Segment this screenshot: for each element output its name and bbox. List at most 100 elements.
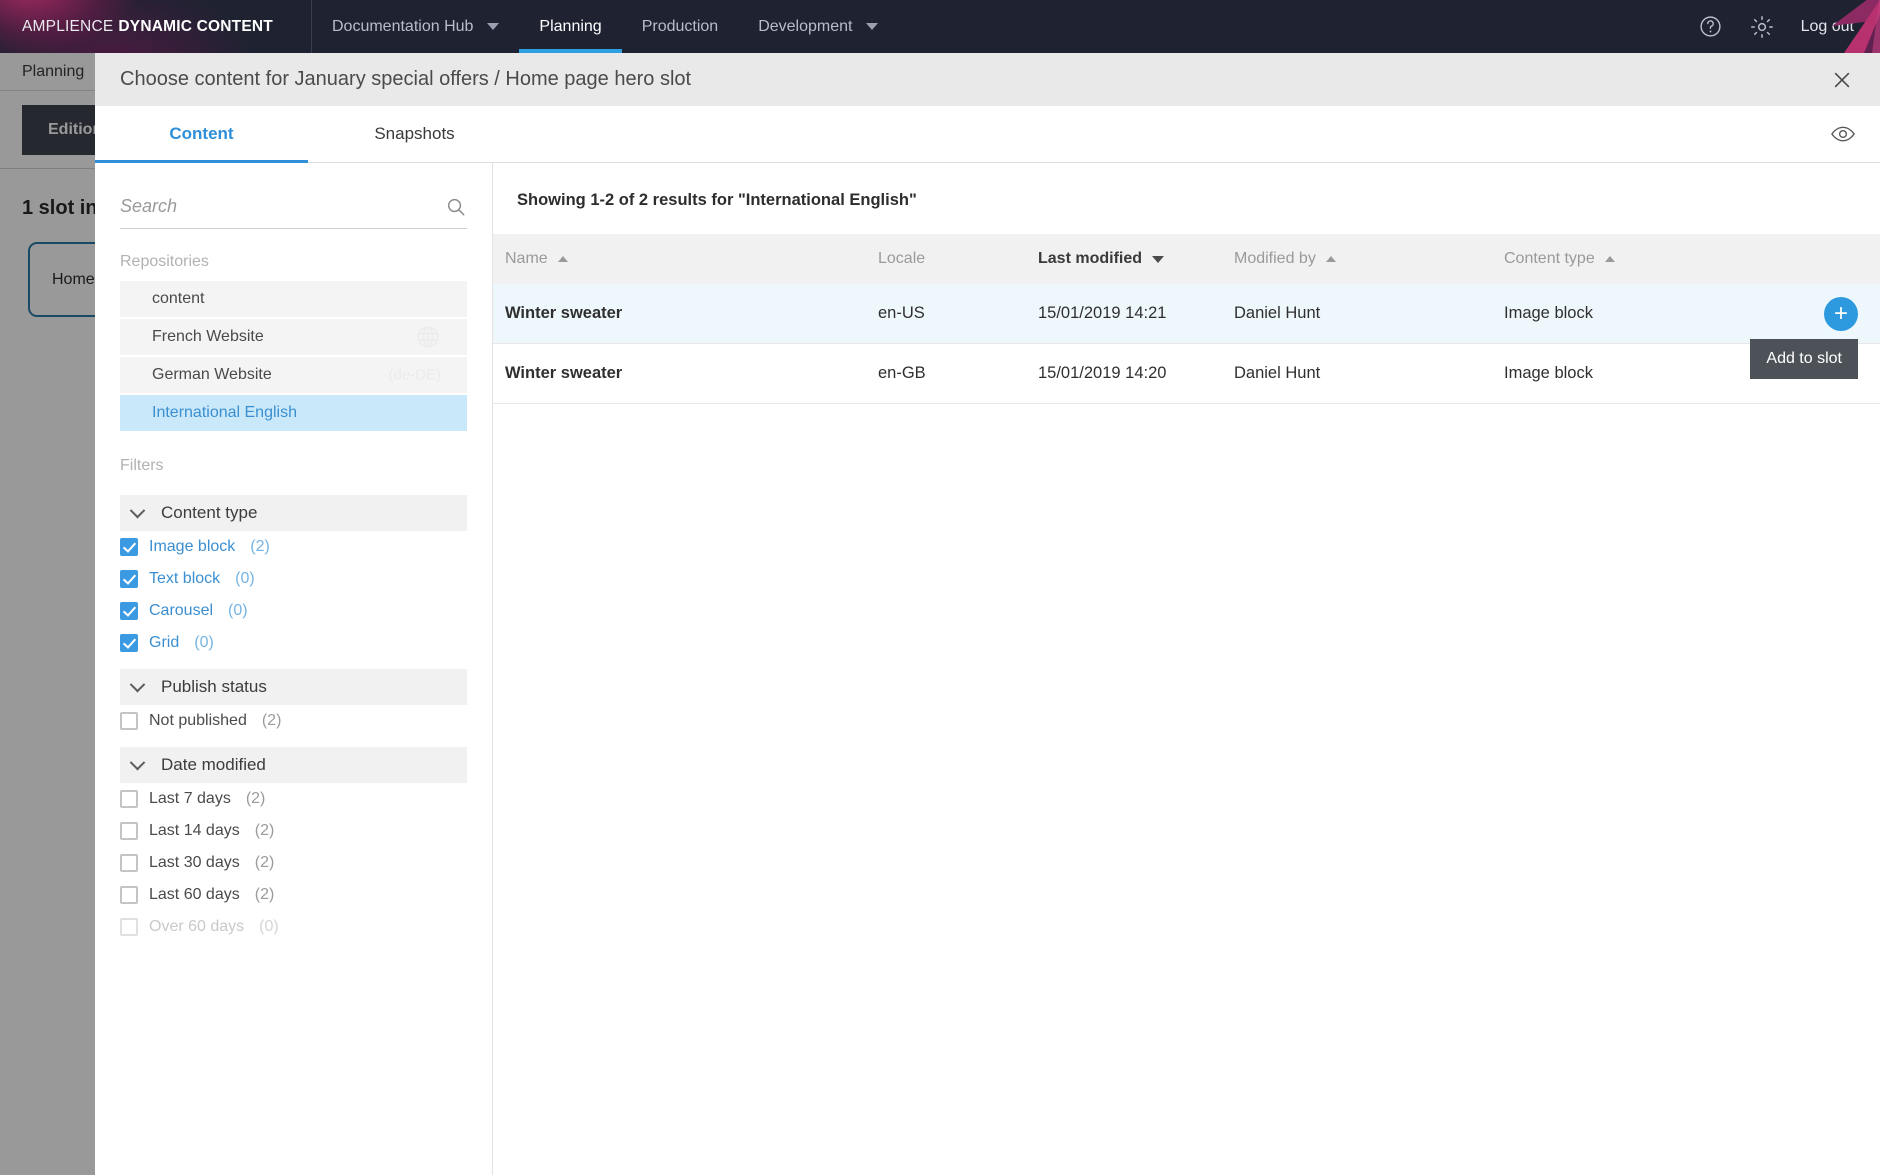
repository-item-content[interactable]: content [120,281,467,317]
nav-item-documentation-hub[interactable]: Documentation Hub [312,0,519,53]
checkbox-icon[interactable] [120,822,138,840]
choose-content-modal: Choose content for January special offer… [95,53,1880,1175]
column-header-label: Locale [878,250,926,267]
filter-option-count: (0) [228,602,248,619]
checkbox-icon[interactable] [120,538,138,556]
repository-label: French Website [152,328,264,345]
gear-icon[interactable] [1749,14,1775,40]
table-row[interactable]: Winter sweater en-GB 15/01/2019 14:20 Da… [493,344,1880,404]
table-row[interactable]: Winter sweater en-US 15/01/2019 14:21 Da… [493,284,1880,344]
filter-option-last-7-days[interactable]: Last 7 days (2) [120,783,492,815]
filter-group-title: Publish status [161,677,267,696]
chevron-down-icon[interactable] [487,23,500,30]
filter-sidebar: Repositories content French Website Germ… [95,163,493,1175]
brand-name-light: AMPLIENCE [22,17,114,35]
filter-option-count: (2) [261,712,282,729]
chevron-down-icon [129,754,146,770]
tab-content[interactable]: Content [95,106,308,163]
results-panel: Showing 1-2 of 2 results for "Internatio… [493,163,1880,1175]
cell-last-modified: 15/01/2019 14:20 [1038,364,1167,382]
close-icon[interactable] [1824,62,1860,98]
globe-icon [415,324,441,350]
search-field[interactable] [120,185,467,229]
column-header-modified-by[interactable]: Modified by [1234,250,1504,268]
filter-option-label: Over 60 days [149,918,245,935]
chevron-down-icon[interactable] [866,23,879,30]
chevron-down-icon [129,676,146,692]
chevron-down-icon [129,502,146,518]
checkbox-icon[interactable] [120,790,138,808]
cell-modified-by: Daniel Hunt [1234,304,1321,322]
repository-item-international-english[interactable]: International English [120,395,467,431]
column-header-name[interactable]: Name [493,250,878,268]
eye-icon[interactable] [1828,119,1858,149]
filter-option-count: (2) [254,854,275,871]
nav-item-production[interactable]: Production [622,0,739,53]
checkbox-icon[interactable] [120,602,138,620]
column-header-label: Last modified [1038,250,1143,267]
filter-group-header-content-type[interactable]: Content type [120,495,467,531]
help-circle-icon[interactable] [1698,14,1723,39]
filter-option-grid[interactable]: Grid (0) [120,627,492,659]
column-header-label: Modified by [1234,250,1316,267]
cell-locale: en-US [878,304,925,322]
repository-item-german-website[interactable]: German Website (de-DE) [120,357,467,393]
column-header-label: Name [505,250,548,267]
checkbox-icon[interactable] [120,886,138,904]
column-header-content-type[interactable]: Content type [1504,250,1804,268]
repository-locale-hint: (de-DE) [388,366,441,384]
filter-option-over-60-days: Over 60 days (0) [120,911,492,943]
checkbox-icon[interactable] [120,634,138,652]
logout-button[interactable]: Log out [1801,18,1854,36]
filter-option-label: Text block [149,570,221,587]
repository-label: content [152,290,205,307]
cell-locale: en-GB [878,364,926,382]
nav-actions: Log out [1698,0,1880,53]
filter-group-header-publish-status[interactable]: Publish status [120,669,467,705]
results-summary: Showing 1-2 of 2 results for "Internatio… [517,191,917,209]
modal-tabbar: Content Snapshots [95,106,1880,163]
column-header-label: Content type [1504,250,1595,267]
sort-ascending-icon [1325,256,1336,262]
checkbox-icon[interactable] [120,570,138,588]
tab-snapshots[interactable]: Snapshots [308,106,521,162]
filter-option-label: Not published [149,712,247,729]
cell-name: Winter sweater [505,304,623,322]
sort-descending-icon [1152,255,1165,263]
filter-option-label: Last 7 days [149,790,231,807]
cell-modified-by: Daniel Hunt [1234,364,1321,382]
search-input[interactable] [120,196,445,217]
brand-logo[interactable]: AMPLIENCE DYNAMIC CONTENT [0,0,312,53]
repositories-label: Repositories [120,253,209,270]
tab-label: Content [169,124,234,143]
search-icon[interactable] [445,196,467,218]
column-header-last-modified[interactable]: Last modified [1038,250,1234,268]
filter-option-count: (0) [194,634,214,651]
top-navigation-bar: AMPLIENCE DYNAMIC CONTENT Documentation … [0,0,1880,53]
nav-item-label: Planning [539,17,602,35]
filter-option-last-60-days[interactable]: Last 60 days (2) [120,879,492,911]
filter-option-last-14-days[interactable]: Last 14 days (2) [120,815,492,847]
checkbox-icon [120,918,138,936]
filter-option-count: (2) [245,790,266,807]
filter-option-carousel[interactable]: Carousel (0) [120,595,492,627]
filter-option-text-block[interactable]: Text block (0) [120,563,492,595]
repository-label: International English [152,404,297,421]
nav-item-label: Production [641,17,719,35]
checkbox-icon[interactable] [120,712,138,730]
filter-option-not-published[interactable]: Not published (2) [120,705,492,737]
sort-ascending-icon [1604,256,1615,262]
filter-option-last-30-days[interactable]: Last 30 days (2) [120,847,492,879]
nav-item-label: Development [758,17,853,35]
tab-label: Snapshots [374,124,455,143]
add-to-slot-button[interactable]: + [1824,296,1858,331]
filter-option-label: Image block [149,538,236,555]
filter-group-header-date-modified[interactable]: Date modified [120,747,467,783]
nav-item-development[interactable]: Development [738,0,898,53]
filter-option-image-block[interactable]: Image block (2) [120,531,492,563]
column-header-locale[interactable]: Locale [878,250,1038,268]
sort-ascending-icon [557,256,568,262]
checkbox-icon[interactable] [120,854,138,872]
repository-item-french-website[interactable]: French Website [120,319,467,355]
nav-item-planning[interactable]: Planning [519,0,622,53]
